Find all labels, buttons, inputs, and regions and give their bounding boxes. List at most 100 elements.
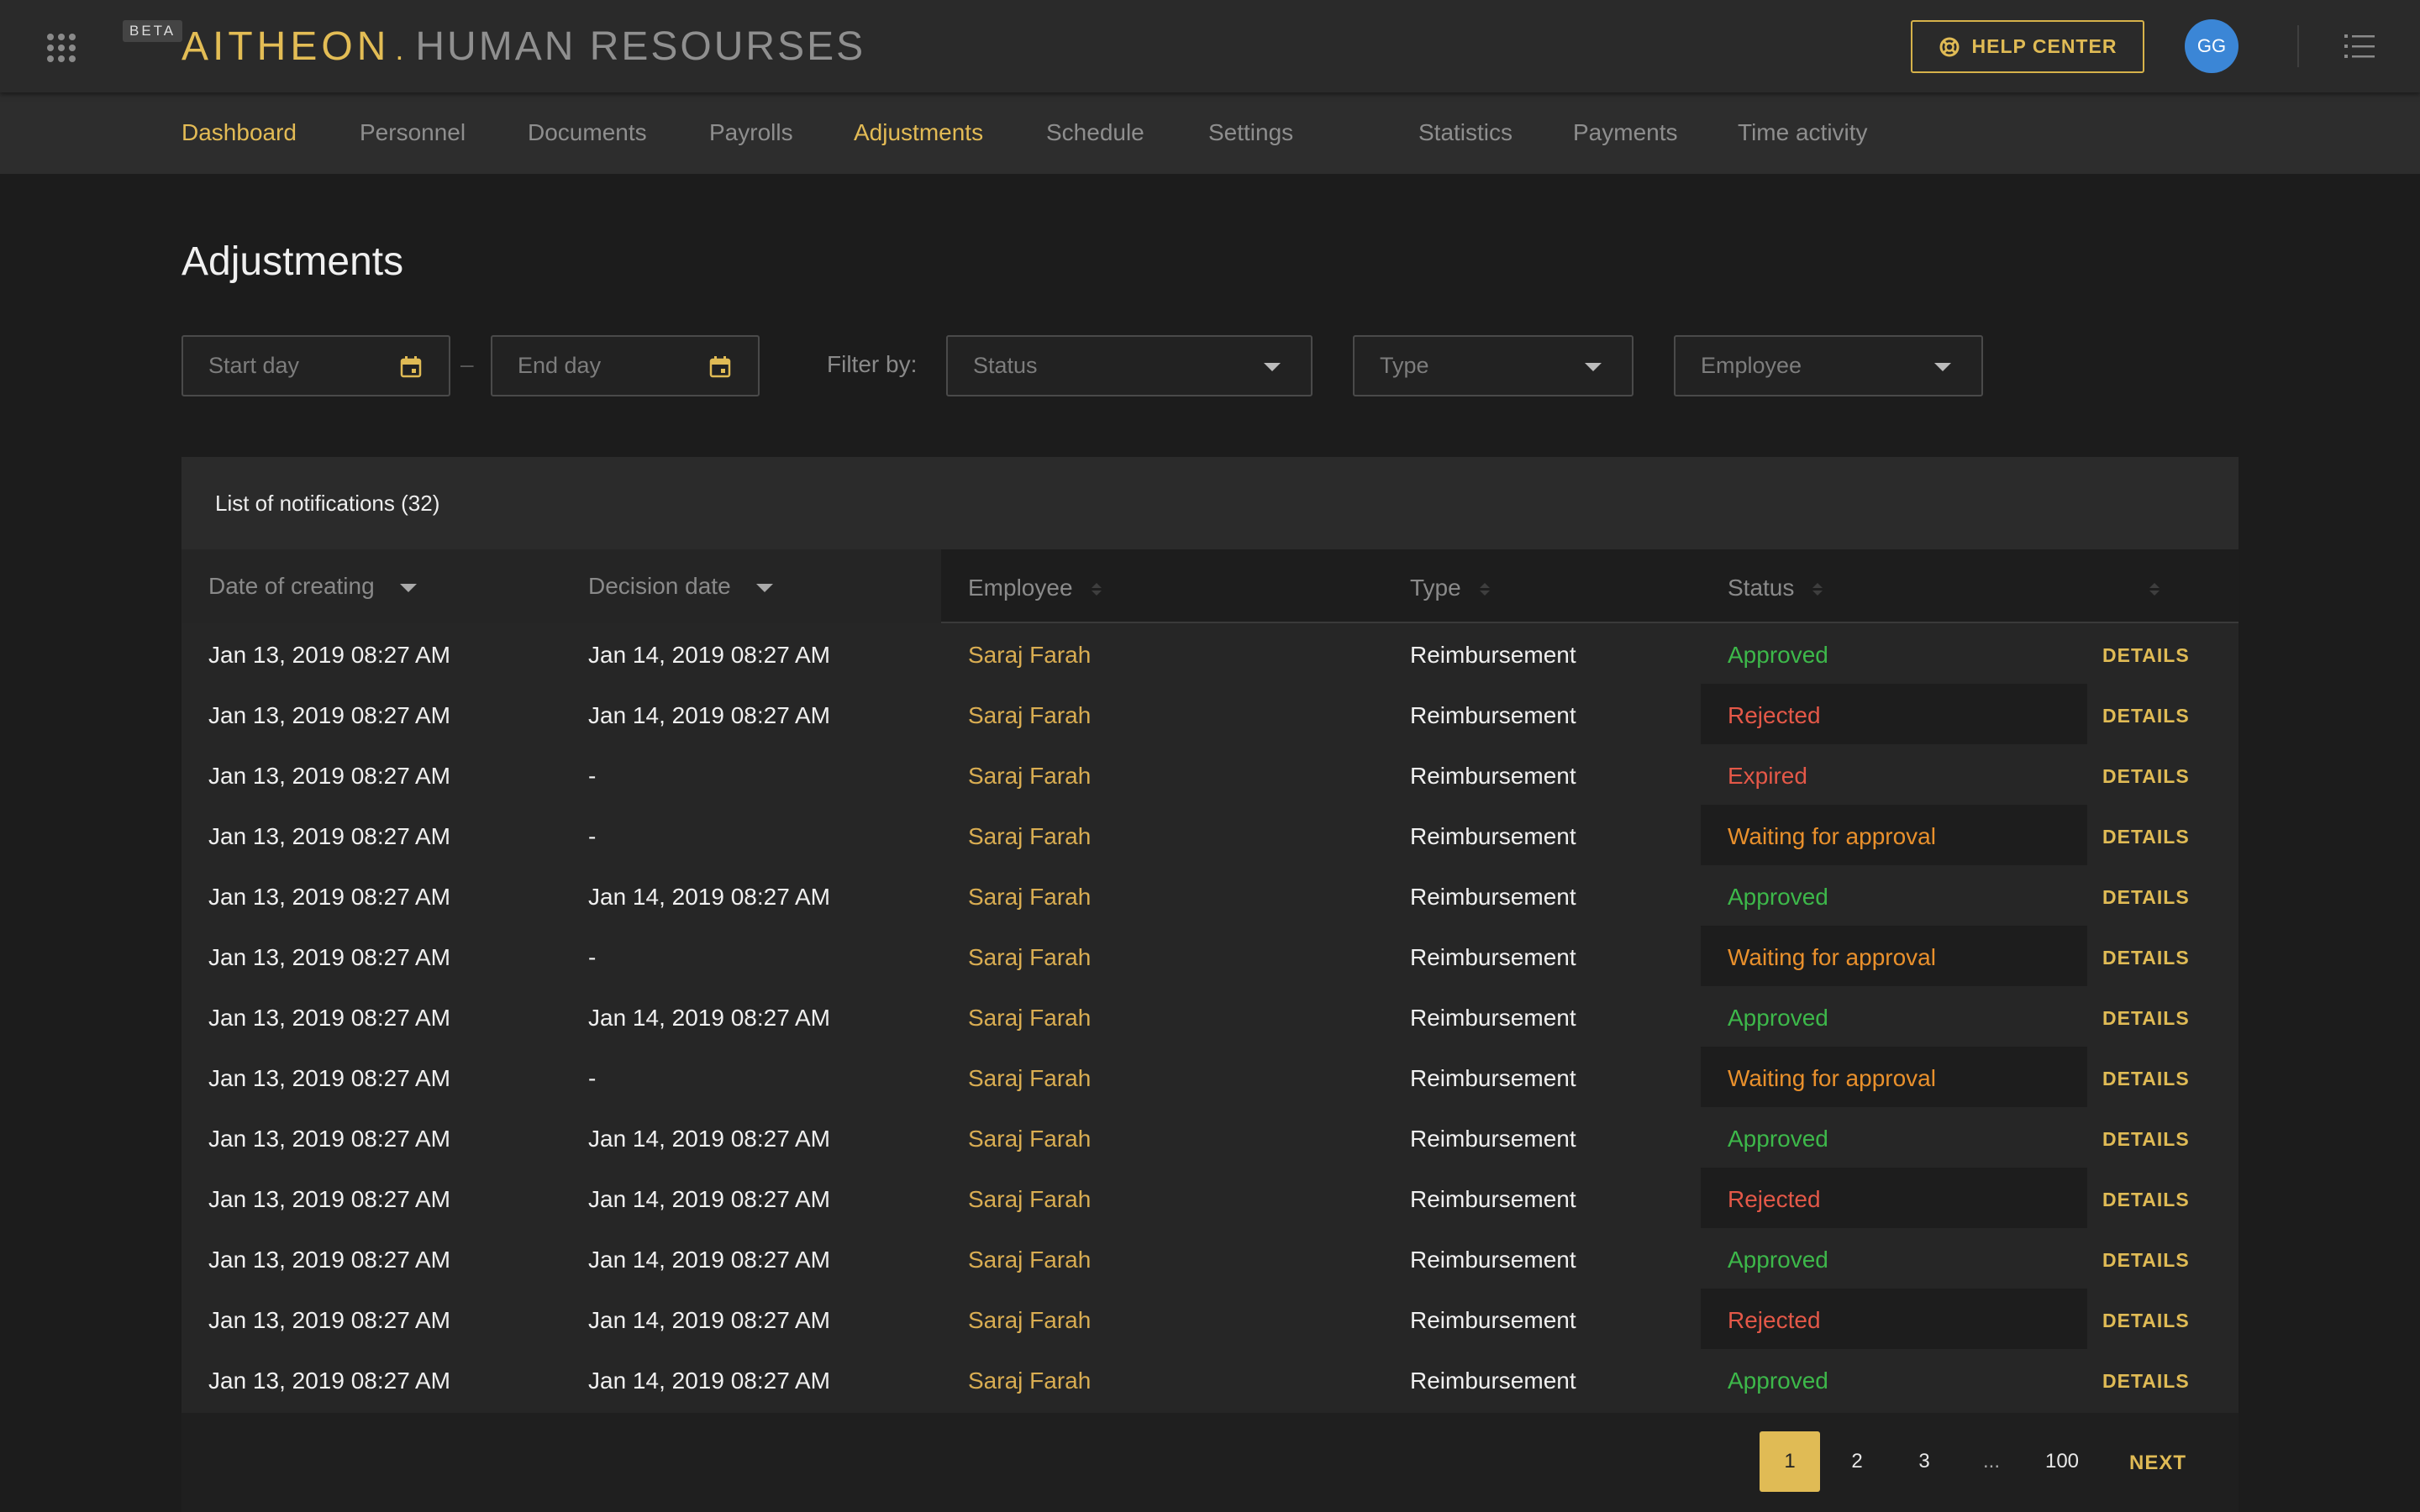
employee-link[interactable]: Saraj Farah	[968, 1186, 1091, 1213]
details-button[interactable]: DETAILS	[2102, 1370, 2190, 1393]
column-header-status[interactable]: Status	[1728, 575, 1823, 601]
page-button-100[interactable]: 100	[2027, 1431, 2097, 1492]
header-divider	[2297, 25, 2299, 67]
details-button[interactable]: DETAILS	[2102, 1068, 2190, 1090]
employee-link[interactable]: Saraj Farah	[968, 1368, 1091, 1394]
decision-date-cell: -	[588, 1065, 597, 1091]
employee-select-value: Employee	[1701, 353, 1802, 378]
employee-link[interactable]: Saraj Farah	[968, 944, 1091, 971]
details-button[interactable]: DETAILS	[2102, 947, 2190, 969]
type-cell: Reimbursement	[1410, 823, 1576, 849]
employee-link[interactable]: Saraj Farah	[968, 1126, 1091, 1152]
decision-date-cell: -	[588, 763, 597, 789]
chevron-down-icon	[1934, 363, 1951, 371]
employee-link[interactable]: Saraj Farah	[968, 763, 1091, 790]
column-header-type[interactable]: Type	[1410, 575, 1490, 601]
nav-item-personnel[interactable]: Personnel	[360, 119, 466, 146]
details-button[interactable]: DETAILS	[2102, 1189, 2190, 1211]
status-badge: Waiting for approval	[1728, 823, 1936, 849]
employee-link[interactable]: Saraj Farah	[968, 1247, 1091, 1273]
end-day-field[interactable]: End day	[491, 335, 760, 396]
details-button[interactable]: DETAILS	[2102, 1007, 2190, 1030]
decision-date-cell: Jan 14, 2019 08:27 AM	[588, 642, 830, 668]
type-cell: Reimbursement	[1410, 1005, 1576, 1031]
details-button[interactable]: DETAILS	[2102, 765, 2190, 788]
nav-item-dashboard[interactable]: Dashboard	[182, 119, 297, 146]
table-row: Jan 13, 2019 08:27 AM - Saraj Farah Reimbur…	[182, 744, 2238, 805]
sort-icon	[1091, 583, 1102, 596]
column-header-employee[interactable]: Employee	[968, 575, 1102, 601]
nav-item-payrolls[interactable]: Payrolls	[709, 119, 793, 146]
page-title: Adjustments	[182, 239, 404, 284]
lifebuoy-icon	[1939, 37, 1960, 56]
chevron-down-icon	[1585, 363, 1602, 371]
details-button[interactable]: DETAILS	[2102, 1310, 2190, 1332]
help-center-button[interactable]: HELP CENTER	[1911, 20, 2144, 73]
employee-link[interactable]: Saraj Farah	[968, 884, 1091, 911]
type-cell: Reimbursement	[1410, 1065, 1576, 1091]
type-cell: Reimbursement	[1410, 1368, 1576, 1394]
column-label: Type	[1410, 575, 1461, 601]
employee-select[interactable]: Employee	[1674, 335, 1983, 396]
calendar-icon	[709, 356, 731, 378]
status-cell: Approved	[1701, 986, 2087, 1047]
nav-item-settings[interactable]: Settings	[1208, 119, 1293, 146]
nav-item-documents[interactable]: Documents	[528, 119, 647, 146]
details-button[interactable]: DETAILS	[2102, 826, 2190, 848]
employee-link[interactable]: Saraj Farah	[968, 702, 1091, 729]
status-badge: Approved	[1728, 1368, 1828, 1394]
app-grid-icon[interactable]	[47, 34, 76, 62]
employee-link[interactable]: Saraj Farah	[968, 823, 1091, 850]
calendar-icon	[400, 356, 422, 378]
decision-date-cell: Jan 14, 2019 08:27 AM	[588, 1186, 830, 1212]
column-header-decision-date[interactable]: Decision date	[588, 573, 773, 600]
sort-down-icon	[755, 583, 773, 592]
details-button[interactable]: DETAILS	[2102, 1249, 2190, 1272]
table-header: Date of creating Decision date Employee …	[182, 549, 2238, 623]
main-nav: Dashboard Personnel Documents Payrolls A…	[0, 92, 2420, 174]
status-badge: Approved	[1728, 1126, 1828, 1152]
type-cell: Reimbursement	[1410, 702, 1576, 728]
details-button[interactable]: DETAILS	[2102, 886, 2190, 909]
column-header-date-of-creating[interactable]: Date of creating	[208, 573, 417, 600]
type-cell: Reimbursement	[1410, 884, 1576, 910]
details-button[interactable]: DETAILS	[2102, 1128, 2190, 1151]
nav-item-statistics[interactable]: Statistics	[1418, 119, 1512, 146]
decision-date-cell: Jan 14, 2019 08:27 AM	[588, 1126, 830, 1152]
employee-link[interactable]: Saraj Farah	[968, 1005, 1091, 1032]
sort-down-icon	[399, 583, 417, 592]
table-row: Jan 13, 2019 08:27 AM Jan 14, 2019 08:27 …	[182, 1289, 2238, 1349]
user-avatar[interactable]: GG	[2185, 19, 2238, 73]
status-cell: Approved	[1701, 865, 2087, 926]
details-button[interactable]: DETAILS	[2102, 644, 2190, 667]
list-menu-icon[interactable]	[2344, 32, 2375, 60]
date-of-creating-cell: Jan 13, 2019 08:27 AM	[208, 642, 450, 668]
column-header-actions[interactable]	[2131, 575, 2160, 601]
decision-date-cell: Jan 14, 2019 08:27 AM	[588, 702, 830, 728]
page-button-3[interactable]: 3	[1894, 1431, 1954, 1492]
nav-item-adjustments[interactable]: Adjustments	[854, 119, 983, 146]
start-day-field[interactable]: Start day	[182, 335, 450, 396]
type-select-value: Type	[1380, 353, 1429, 378]
page-button-1[interactable]: 1	[1760, 1431, 1820, 1492]
type-cell: Reimbursement	[1410, 1126, 1576, 1152]
employee-link[interactable]: Saraj Farah	[968, 1307, 1091, 1334]
status-cell: Approved	[1701, 1228, 2087, 1289]
date-of-creating-cell: Jan 13, 2019 08:27 AM	[208, 1368, 450, 1394]
app-logo[interactable]: AITHEON . HUMAN RESOURSES	[182, 24, 865, 70]
details-button[interactable]: DETAILS	[2102, 705, 2190, 727]
status-select[interactable]: Status	[946, 335, 1313, 396]
employee-link[interactable]: Saraj Farah	[968, 642, 1091, 669]
nav-item-payments[interactable]: Payments	[1573, 119, 1678, 146]
date-of-creating-cell: Jan 13, 2019 08:27 AM	[208, 1065, 450, 1091]
page-button-2[interactable]: 2	[1827, 1431, 1887, 1492]
type-select[interactable]: Type	[1353, 335, 1634, 396]
start-day-placeholder: Start day	[208, 353, 300, 378]
nav-item-time-activity[interactable]: Time activity	[1738, 119, 1868, 146]
employee-link[interactable]: Saraj Farah	[968, 1065, 1091, 1092]
next-page-button[interactable]: NEXT	[2129, 1452, 2186, 1475]
nav-item-schedule[interactable]: Schedule	[1046, 119, 1144, 146]
table-row: Jan 13, 2019 08:27 AM Jan 14, 2019 08:27 …	[182, 623, 2238, 684]
status-select-value: Status	[973, 353, 1038, 378]
status-cell: Waiting for approval	[1701, 1047, 2087, 1107]
